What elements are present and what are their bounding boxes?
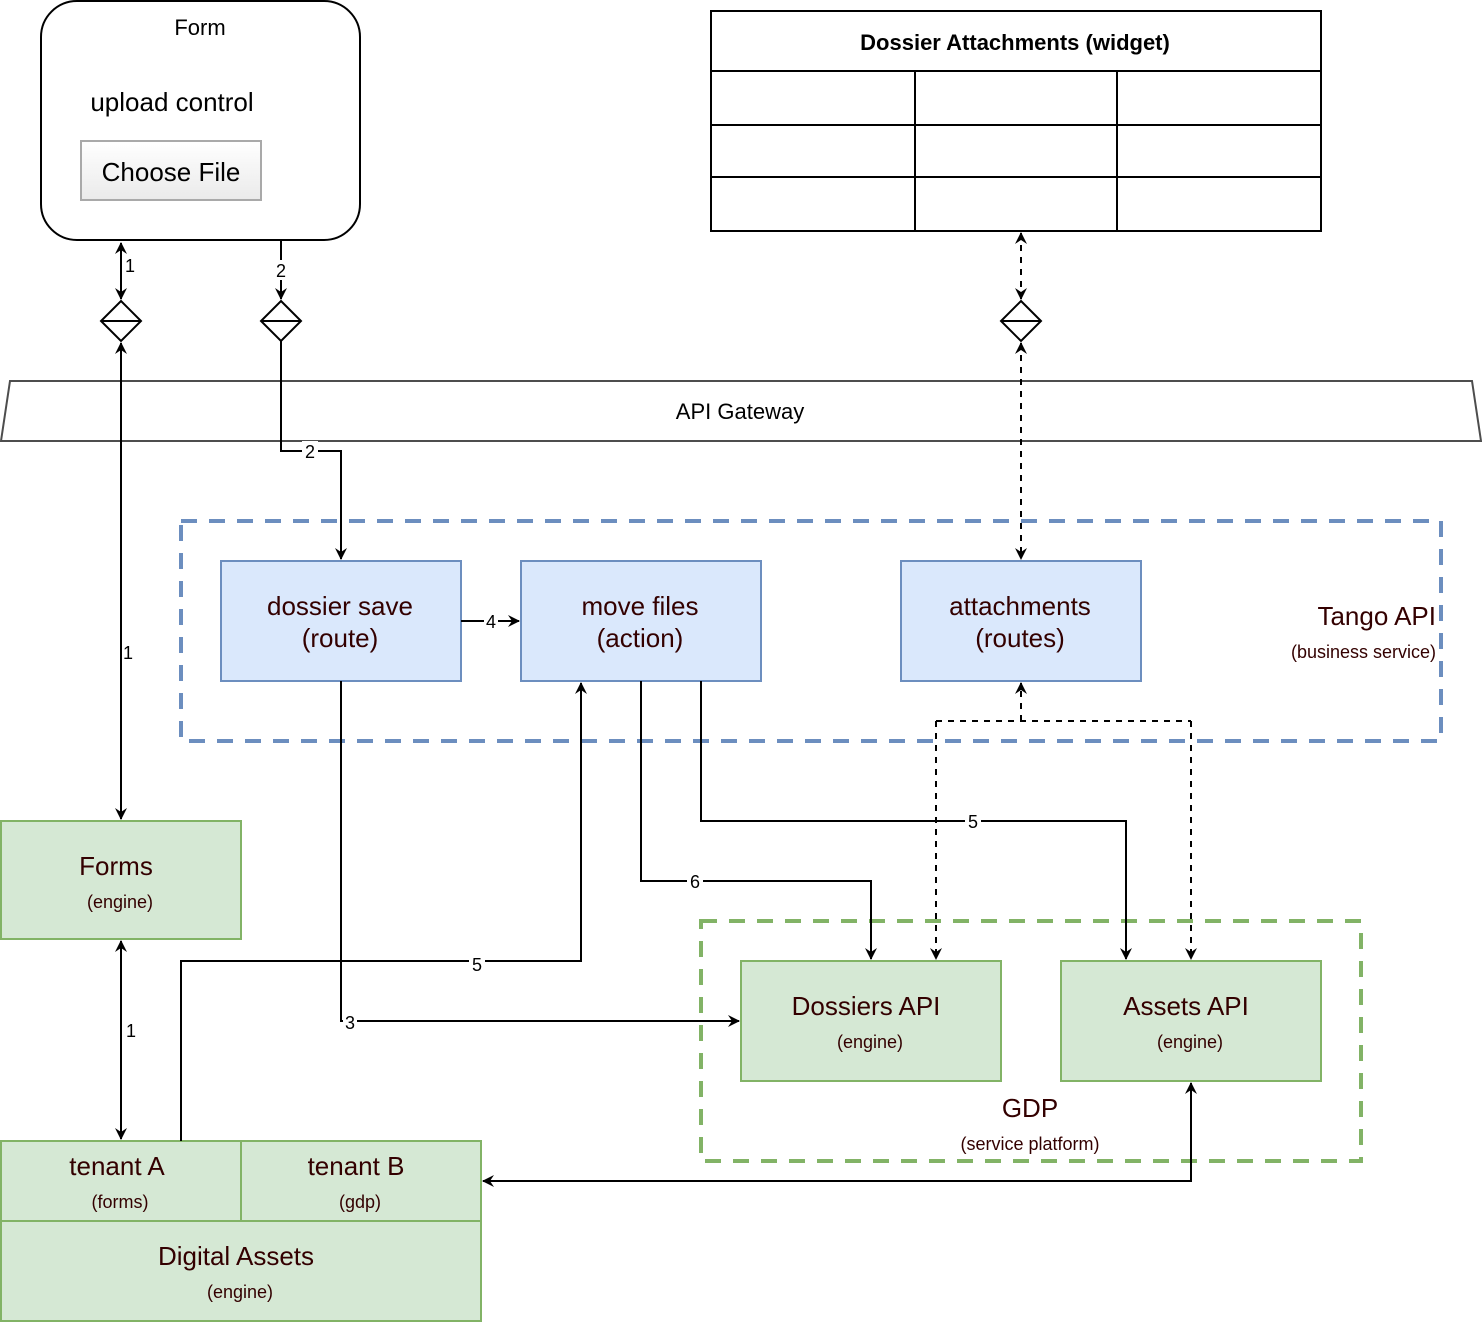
edge-label-1a: 1 xyxy=(125,256,135,276)
tenant-a-subtitle: (forms) xyxy=(92,1192,149,1212)
assets-api-engine: Assets API (engine) xyxy=(1060,960,1322,1082)
move-files-subtitle: (action) xyxy=(597,623,684,653)
dossiers-api-engine: Dossiers API (engine) xyxy=(740,960,1002,1082)
edge-move-files-assets-api xyxy=(700,681,1132,960)
gateway-port-diamond-3 xyxy=(999,299,1043,343)
api-gateway: API Gateway xyxy=(0,380,1482,442)
widget-cell xyxy=(1118,178,1320,230)
attachments-subtitle: (routes) xyxy=(975,623,1065,653)
dossier-attachments-widget: Dossier Attachments (widget) xyxy=(710,10,1322,232)
dossiers-api-subtitle: (engine) xyxy=(837,1032,903,1052)
tenant-b-subtitle: (gdp) xyxy=(339,1192,381,1212)
edge-label-2b: 2 xyxy=(305,442,315,462)
widget-cell xyxy=(916,178,1116,230)
widget-cell xyxy=(1118,126,1320,176)
choose-file-button[interactable]: Choose File xyxy=(80,140,262,201)
widget-table-cells xyxy=(712,72,1320,230)
digital-assets-subtitle: (engine) xyxy=(207,1282,273,1302)
edge-assets-api-tenant-b xyxy=(482,1082,1197,1187)
dossier-save-title: dossier save xyxy=(267,591,413,621)
widget-cell xyxy=(1118,72,1320,124)
attachments-routes: attachments (routes) xyxy=(900,560,1142,682)
forms-engine: Forms (engine) xyxy=(0,820,242,940)
choose-file-label: Choose File xyxy=(102,157,241,187)
edge-label-2a: 2 xyxy=(276,261,286,281)
attachments-title: attachments xyxy=(949,591,1091,621)
assets-api-subtitle: (engine) xyxy=(1157,1032,1223,1052)
gateway-port-diamond-2 xyxy=(259,299,303,343)
widget-cell xyxy=(916,126,1116,176)
edge-label-3: 3 xyxy=(345,1013,355,1033)
tenant-a-title: tenant A xyxy=(69,1151,165,1181)
widget-cell xyxy=(916,72,1116,124)
gdp-title: GDP xyxy=(1002,1093,1058,1123)
tango-api-subtitle: (business service) xyxy=(1291,642,1436,662)
api-gateway-label: API Gateway xyxy=(676,399,804,424)
widget-cell xyxy=(712,72,914,124)
gdp-subtitle: (service platform) xyxy=(960,1134,1099,1154)
forms-engine-title: Forms xyxy=(79,851,153,881)
form-container: Form upload control Choose File xyxy=(40,0,361,241)
edge-label-4: 4 xyxy=(486,612,496,632)
edge-label-5a: 5 xyxy=(472,955,482,975)
upload-control-label: upload control xyxy=(90,87,253,117)
tenant-b-title: tenant B xyxy=(308,1151,405,1181)
gateway-port-diamond-1 xyxy=(99,299,143,343)
form-title: Form xyxy=(174,15,225,40)
widget-cell xyxy=(712,126,914,176)
move-files-action: move files (action) xyxy=(520,560,762,682)
assets-api-title: Assets API xyxy=(1123,991,1249,1021)
digital-assets-engine: tenant A (forms) tenant B (gdp) Digital … xyxy=(0,1140,482,1322)
dossier-save-route: dossier save (route) xyxy=(220,560,462,682)
forms-engine-subtitle: (engine) xyxy=(87,892,153,912)
dossier-save-subtitle: (route) xyxy=(302,623,379,653)
architecture-diagram: Form upload control Choose File Dossier … xyxy=(0,0,1482,1322)
widget-title: Dossier Attachments (widget) xyxy=(860,30,1170,55)
tango-api-title: Tango API xyxy=(1317,601,1436,631)
edge-label-5b: 5 xyxy=(968,812,978,832)
edge-label-1b: 1 xyxy=(123,643,133,663)
dossiers-api-title: Dossiers API xyxy=(792,991,941,1021)
edge-dossier-save-dossiers-api xyxy=(340,681,740,1027)
edge-label-1c: 1 xyxy=(126,1021,136,1041)
digital-assets-title: Digital Assets xyxy=(158,1241,314,1271)
widget-cell xyxy=(712,178,914,230)
edge-label-6: 6 xyxy=(690,872,700,892)
move-files-title: move files xyxy=(581,591,698,621)
